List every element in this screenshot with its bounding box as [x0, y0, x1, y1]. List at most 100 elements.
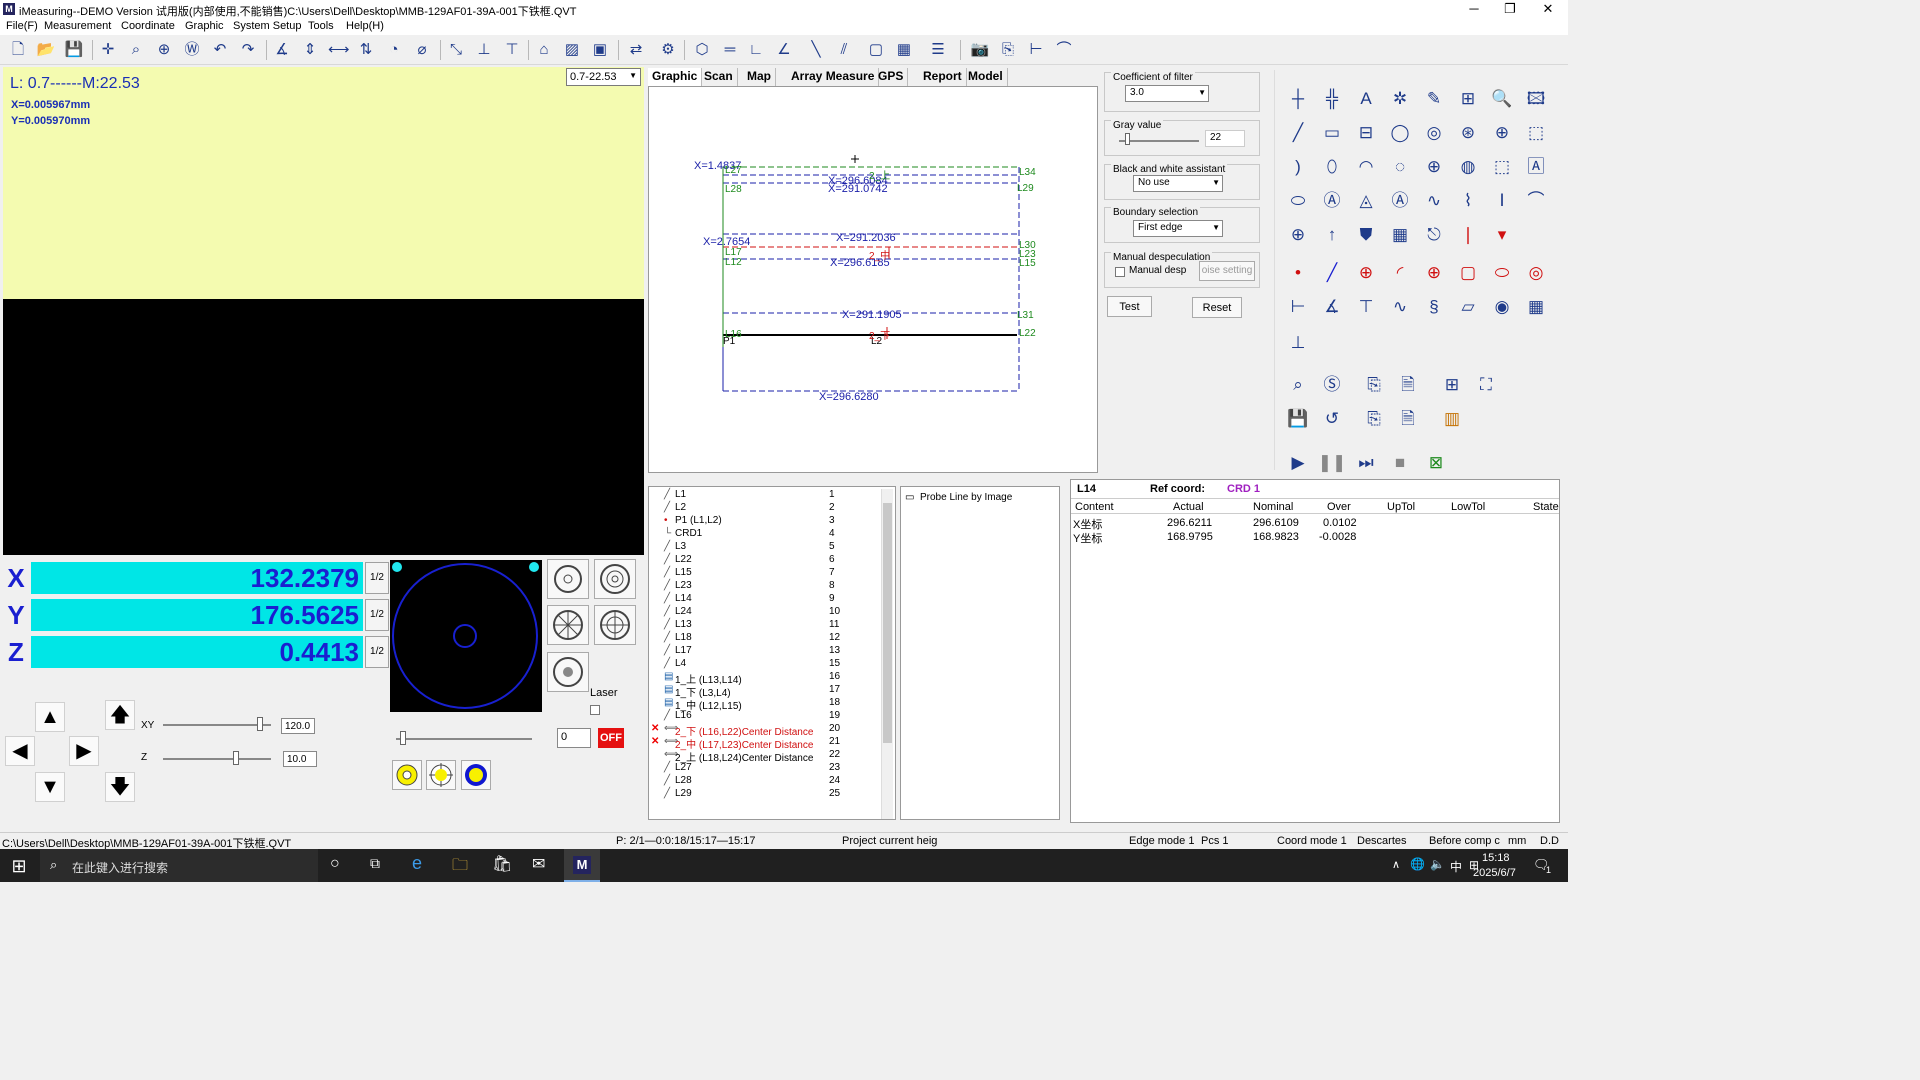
menu-tools[interactable]: Tools	[308, 20, 334, 32]
cad-export-icon[interactable]: ⎘	[1359, 404, 1389, 434]
gray-value-input[interactable]: 22	[1205, 130, 1245, 147]
radius-icon[interactable]: ◔	[384, 40, 404, 60]
sphere-icon[interactable]: ◉	[1487, 292, 1517, 322]
feature-tree[interactable]: ╱ L1 1 ╱ L2 2 • P1 (L1,L2) 3 └ CRD1 4 ╱ L3 5 ╱ L22 6 ╱ L15 7…	[648, 486, 896, 820]
crosshair-icon[interactable]: ✛	[98, 40, 118, 60]
y-dim-icon[interactable]: ⇅	[356, 40, 376, 60]
tray-chevron-icon[interactable]: ∧	[1392, 858, 1400, 871]
z-speed-slider[interactable]	[163, 758, 271, 760]
cad-icon[interactable]: ▣	[590, 40, 610, 60]
xy-speed-value[interactable]: 120.0	[281, 718, 315, 734]
area-icon[interactable]: ▨	[562, 40, 582, 60]
circle-tool-icon[interactable]: ◯	[1385, 118, 1415, 148]
text-box-icon[interactable]: 🄰	[1521, 152, 1551, 182]
tab-scan[interactable]: Scan	[700, 68, 738, 86]
light-mode3-button[interactable]	[461, 760, 491, 790]
y-half-button[interactable]: 1/2	[365, 599, 389, 631]
open-file-icon[interactable]: 📂	[36, 40, 56, 60]
noise-setting-button[interactable]: oise setting	[1199, 261, 1255, 281]
vertical-dim-icon[interactable]: ⇕	[300, 40, 320, 60]
clock-date[interactable]: 2025/6/7	[1473, 867, 1516, 879]
red-arc-icon[interactable]: ◜	[1385, 258, 1415, 288]
list-item[interactable]: ╱ L15 7	[649, 567, 893, 580]
table-calc-icon[interactable]: ▦	[1521, 292, 1551, 322]
polyline-icon[interactable]: ⌒	[1054, 40, 1074, 60]
home-icon[interactable]: ⌂	[534, 40, 554, 60]
list-item[interactable]: ⟺ 2_上 (L18,L24)Center Distance 22	[649, 749, 893, 764]
list-item[interactable]: ╱ L18 12	[649, 632, 893, 645]
z-speed-value[interactable]: 10.0	[283, 751, 317, 767]
list-item[interactable]: ╱ L22 6	[649, 554, 893, 567]
red-center-icon[interactable]: ⊕	[1419, 258, 1449, 288]
red-line-icon[interactable]: ╱	[1317, 258, 1347, 288]
bw-assistant-select[interactable]: No use ▼	[1133, 175, 1223, 192]
list-item[interactable]: ╱ L14 9	[649, 593, 893, 606]
taskbar-search[interactable]: ⌕ 在此键入进行搜索	[40, 849, 318, 882]
frame-select-icon[interactable]: ⬚	[1521, 118, 1551, 148]
light-intensity-thumb[interactable]	[400, 731, 406, 745]
reset-button[interactable]: Reset	[1192, 297, 1242, 318]
list-item[interactable]: ▤ 1_中 (L12,L15) 18	[649, 697, 893, 712]
save-program-icon[interactable]: Ⓢ	[1317, 370, 1347, 400]
pencil-icon[interactable]: ✎	[1419, 84, 1449, 114]
circle-auto-icon[interactable]: Ⓐ	[1385, 186, 1415, 216]
probe-tip-icon[interactable]: ▾	[1487, 220, 1517, 250]
center-plus-icon[interactable]: ⊕	[1283, 220, 1313, 250]
parallel-icon[interactable]: ═	[720, 40, 740, 60]
box-line-icon[interactable]: ▭	[1317, 118, 1347, 148]
settings-gear-icon[interactable]: ⚙	[658, 40, 678, 60]
height-measure-icon[interactable]: ⊤	[1351, 292, 1381, 322]
list-item[interactable]: └ CRD1 4	[649, 528, 893, 541]
plane-icon[interactable]: ▱	[1453, 292, 1483, 322]
export-icon[interactable]: ⎘	[998, 40, 1018, 60]
width-dim-icon[interactable]: ⊢	[1283, 292, 1313, 322]
ime-indicator[interactable]: 中	[1450, 858, 1462, 875]
z-speed-thumb[interactable]	[233, 751, 240, 765]
light-off-button[interactable]: OFF	[598, 728, 624, 748]
redo-icon[interactable]: ↷	[238, 40, 258, 60]
tab-model[interactable]: Model	[964, 68, 1008, 86]
cortana-icon[interactable]: ○	[330, 855, 340, 873]
circle-triangle-icon[interactable]: ◬	[1351, 186, 1381, 216]
tree-scroll-thumb[interactable]	[883, 503, 892, 743]
gray-value-thumb[interactable]	[1125, 133, 1130, 145]
free-curve-icon[interactable]: §	[1419, 292, 1449, 322]
rect-points-icon[interactable]: ⬚	[1487, 152, 1517, 182]
list-item[interactable]: ╱ L28 24	[649, 775, 893, 788]
list-item[interactable]: ╱ L16 19	[649, 710, 893, 723]
edge-browser-icon[interactable]: e	[412, 853, 422, 874]
esc-icon[interactable]: ⎋	[1419, 220, 1449, 250]
close-button[interactable]: ✕	[1528, 0, 1568, 18]
volume-icon[interactable]: 🔈	[1430, 857, 1445, 871]
work-icon[interactable]: Ⓦ	[182, 40, 202, 60]
wave-icon[interactable]: ∿	[1385, 292, 1415, 322]
light-intensity-slider[interactable]	[396, 738, 532, 740]
new-file-icon[interactable]: 🗋	[8, 40, 28, 60]
step-next-icon[interactable]: ⏭	[1351, 448, 1381, 478]
jog-right-arrow-icon[interactable]: ▶	[69, 736, 99, 766]
height-icon[interactable]: ⊥	[474, 40, 494, 60]
menu-graphic[interactable]: Graphic	[185, 20, 224, 32]
circle-cross-icon[interactable]: ⊕	[1419, 152, 1449, 182]
expand-frame-icon[interactable]: ⛶	[1471, 370, 1501, 400]
tab-graphic[interactable]: Graphic	[648, 68, 703, 86]
list-icon[interactable]: ☰	[928, 40, 948, 60]
stamp-icon[interactable]: ⛊	[1351, 220, 1381, 250]
list-item[interactable]: ╱ L3 5	[649, 541, 893, 554]
list-item[interactable]: ╱ L1 1	[649, 489, 893, 502]
minimize-button[interactable]: ─	[1454, 0, 1494, 18]
frame-add-icon[interactable]: ⊞	[1453, 84, 1483, 114]
angle-dim-icon[interactable]: ∡	[272, 40, 292, 60]
concentric-circle-icon[interactable]: ◎	[1419, 118, 1449, 148]
clock-time[interactable]: 15:18	[1482, 852, 1510, 864]
segment-light-button[interactable]	[547, 605, 589, 645]
test-button[interactable]: Test	[1107, 296, 1152, 317]
task-view-icon[interactable]: ⧉	[370, 855, 380, 872]
list-item[interactable]: ╱ L2 2	[649, 502, 893, 515]
mail-icon[interactable]: ✉	[532, 854, 545, 874]
circle-plus-icon[interactable]: ⊕	[1487, 118, 1517, 148]
list-item[interactable]: ╱ L13 11	[649, 619, 893, 632]
perpendicular-icon[interactable]: ∟	[746, 40, 766, 60]
light-mode2-button[interactable]	[426, 760, 456, 790]
tab-report[interactable]: Report	[919, 68, 967, 86]
